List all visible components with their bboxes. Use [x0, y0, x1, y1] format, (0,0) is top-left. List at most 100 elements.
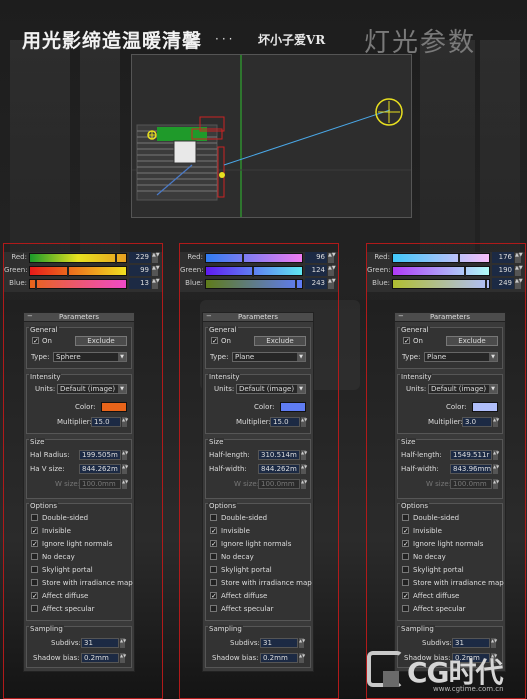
store-irradiance-checkbox[interactable]	[402, 579, 409, 586]
spinner-icon[interactable]: ▲▼	[328, 279, 336, 289]
size3-field[interactable]: 100.0mm	[258, 479, 300, 489]
spinner-icon[interactable]: ▲▼	[328, 266, 336, 276]
type-dropdown[interactable]: Plane ▼	[424, 352, 498, 362]
spinner-icon[interactable]: ▲▼	[515, 253, 523, 263]
subdivs-field[interactable]: 31	[81, 638, 119, 648]
size2-field[interactable]: 844.262m	[258, 464, 300, 474]
color-swatch[interactable]	[280, 402, 306, 412]
blue-slider[interactable]	[205, 279, 303, 290]
chevron-down-icon[interactable]: ▼	[489, 353, 497, 361]
green-slider[interactable]	[392, 266, 490, 277]
invisible-checkbox[interactable]: ✓	[31, 527, 38, 535]
subdivs-field[interactable]: 31	[260, 638, 298, 648]
parameters-rollout-header[interactable]: − Parameters	[24, 312, 134, 322]
slider-marker[interactable]	[457, 254, 460, 264]
spinner-icon[interactable]: ▲▼	[122, 464, 128, 474]
chevron-down-icon[interactable]: ▼	[118, 385, 126, 393]
red-value[interactable]: 229	[129, 252, 151, 263]
slider-marker[interactable]	[114, 254, 117, 264]
slider-marker[interactable]	[66, 267, 69, 277]
units-dropdown[interactable]: Default (image) ▼	[428, 384, 498, 394]
slider-marker[interactable]	[34, 280, 37, 290]
exclude-button[interactable]: Exclude	[446, 336, 498, 346]
top-viewport[interactable]	[131, 54, 412, 218]
ignore-normals-checkbox[interactable]: ✓	[210, 540, 217, 548]
on-checkbox[interactable]: ✓	[211, 337, 218, 345]
green-slider[interactable]	[29, 266, 127, 277]
store-irradiance-checkbox[interactable]	[210, 579, 217, 586]
size1-field[interactable]: 310.514m	[258, 450, 300, 460]
shadow-bias-field[interactable]: 0.2mm	[81, 653, 119, 663]
spinner-icon[interactable]: ▲▼	[299, 638, 305, 648]
spinner-icon[interactable]: ▲▼	[299, 653, 305, 663]
affect-specular-checkbox[interactable]	[210, 605, 217, 612]
size2-field[interactable]: 843.96mm	[450, 464, 492, 474]
red-slider[interactable]	[205, 253, 303, 264]
spinner-icon[interactable]: ▲▼	[301, 450, 307, 460]
parameters-rollout-header[interactable]: − Parameters	[395, 312, 505, 322]
invisible-checkbox[interactable]: ✓	[402, 527, 409, 535]
units-dropdown[interactable]: Default (image) ▼	[57, 384, 127, 394]
slider-marker[interactable]	[295, 280, 298, 290]
double-sided-checkbox[interactable]	[210, 514, 217, 521]
chevron-down-icon[interactable]: ▼	[118, 353, 126, 361]
spinner-icon[interactable]: ▲▼	[120, 653, 126, 663]
slider-marker[interactable]	[241, 254, 244, 264]
spinner-icon[interactable]: ▲▼	[493, 450, 499, 460]
skylight-portal-checkbox[interactable]	[402, 566, 409, 573]
spinner-icon[interactable]: ▲▼	[301, 417, 307, 427]
spinner-icon[interactable]: ▲▼	[152, 253, 160, 263]
affect-diffuse-checkbox[interactable]: ✓	[402, 592, 409, 600]
size3-field[interactable]: 100.0mm	[450, 479, 492, 489]
green-value[interactable]: 99	[129, 265, 151, 276]
double-sided-checkbox[interactable]	[402, 514, 409, 521]
size1-field[interactable]: 1549.511r	[450, 450, 492, 460]
red-value[interactable]: 176	[492, 252, 514, 263]
type-dropdown[interactable]: Plane ▼	[232, 352, 306, 362]
no-decay-checkbox[interactable]	[402, 553, 409, 560]
green-value[interactable]: 190	[492, 265, 514, 276]
red-value[interactable]: 96	[305, 252, 327, 263]
skylight-portal-checkbox[interactable]	[31, 566, 38, 573]
rgb-color-picker[interactable]: Red: 176 ▲▼ Green: 190 ▲▼ Blue: 249 ▲▼	[367, 252, 525, 292]
multiplier-field[interactable]: 3.0	[462, 417, 492, 427]
spinner-icon[interactable]: ▲▼	[301, 479, 307, 489]
spinner-icon[interactable]: ▲▼	[122, 450, 128, 460]
rgb-color-picker[interactable]: Red: 96 ▲▼ Green: 124 ▲▼ Blue: 243 ▲▼	[180, 252, 338, 292]
spinner-icon[interactable]: ▲▼	[493, 479, 499, 489]
spinner-icon[interactable]: ▲▼	[152, 266, 160, 276]
skylight-portal-checkbox[interactable]	[210, 566, 217, 573]
spinner-icon[interactable]: ▲▼	[152, 279, 160, 289]
spinner-icon[interactable]: ▲▼	[122, 479, 128, 489]
affect-diffuse-checkbox[interactable]: ✓	[210, 592, 217, 600]
affect-specular-checkbox[interactable]	[402, 605, 409, 612]
multiplier-field[interactable]: 15.0	[91, 417, 121, 427]
ignore-normals-checkbox[interactable]: ✓	[31, 540, 38, 548]
green-slider[interactable]	[205, 266, 303, 277]
ignore-normals-checkbox[interactable]: ✓	[402, 540, 409, 548]
spinner-icon[interactable]: ▲▼	[493, 417, 499, 427]
store-irradiance-checkbox[interactable]	[31, 579, 38, 586]
blue-value[interactable]: 243	[305, 278, 327, 289]
shadow-bias-field[interactable]: 0.2mm	[260, 653, 298, 663]
chevron-down-icon[interactable]: ▼	[297, 353, 305, 361]
affect-specular-checkbox[interactable]	[31, 605, 38, 612]
size1-field[interactable]: 199.505m	[79, 450, 121, 460]
color-swatch[interactable]	[101, 402, 127, 412]
invisible-checkbox[interactable]: ✓	[210, 527, 217, 535]
chevron-down-icon[interactable]: ▼	[297, 385, 305, 393]
double-sided-checkbox[interactable]	[31, 514, 38, 521]
no-decay-checkbox[interactable]	[210, 553, 217, 560]
rgb-color-picker[interactable]: Red: 229 ▲▼ Green: 99 ▲▼ Blue: 13 ▲▼	[4, 252, 162, 292]
spinner-icon[interactable]: ▲▼	[328, 253, 336, 263]
spinner-icon[interactable]: ▲▼	[122, 417, 128, 427]
size2-field[interactable]: 844.262m	[79, 464, 121, 474]
multiplier-field[interactable]: 15.0	[270, 417, 300, 427]
type-dropdown[interactable]: Sphere ▼	[53, 352, 127, 362]
units-dropdown[interactable]: Default (image) ▼	[236, 384, 306, 394]
spinner-icon[interactable]: ▲▼	[515, 266, 523, 276]
spinner-icon[interactable]: ▲▼	[515, 279, 523, 289]
spinner-icon[interactable]: ▲▼	[493, 464, 499, 474]
color-swatch[interactable]	[472, 402, 498, 412]
slider-marker[interactable]	[252, 267, 255, 277]
